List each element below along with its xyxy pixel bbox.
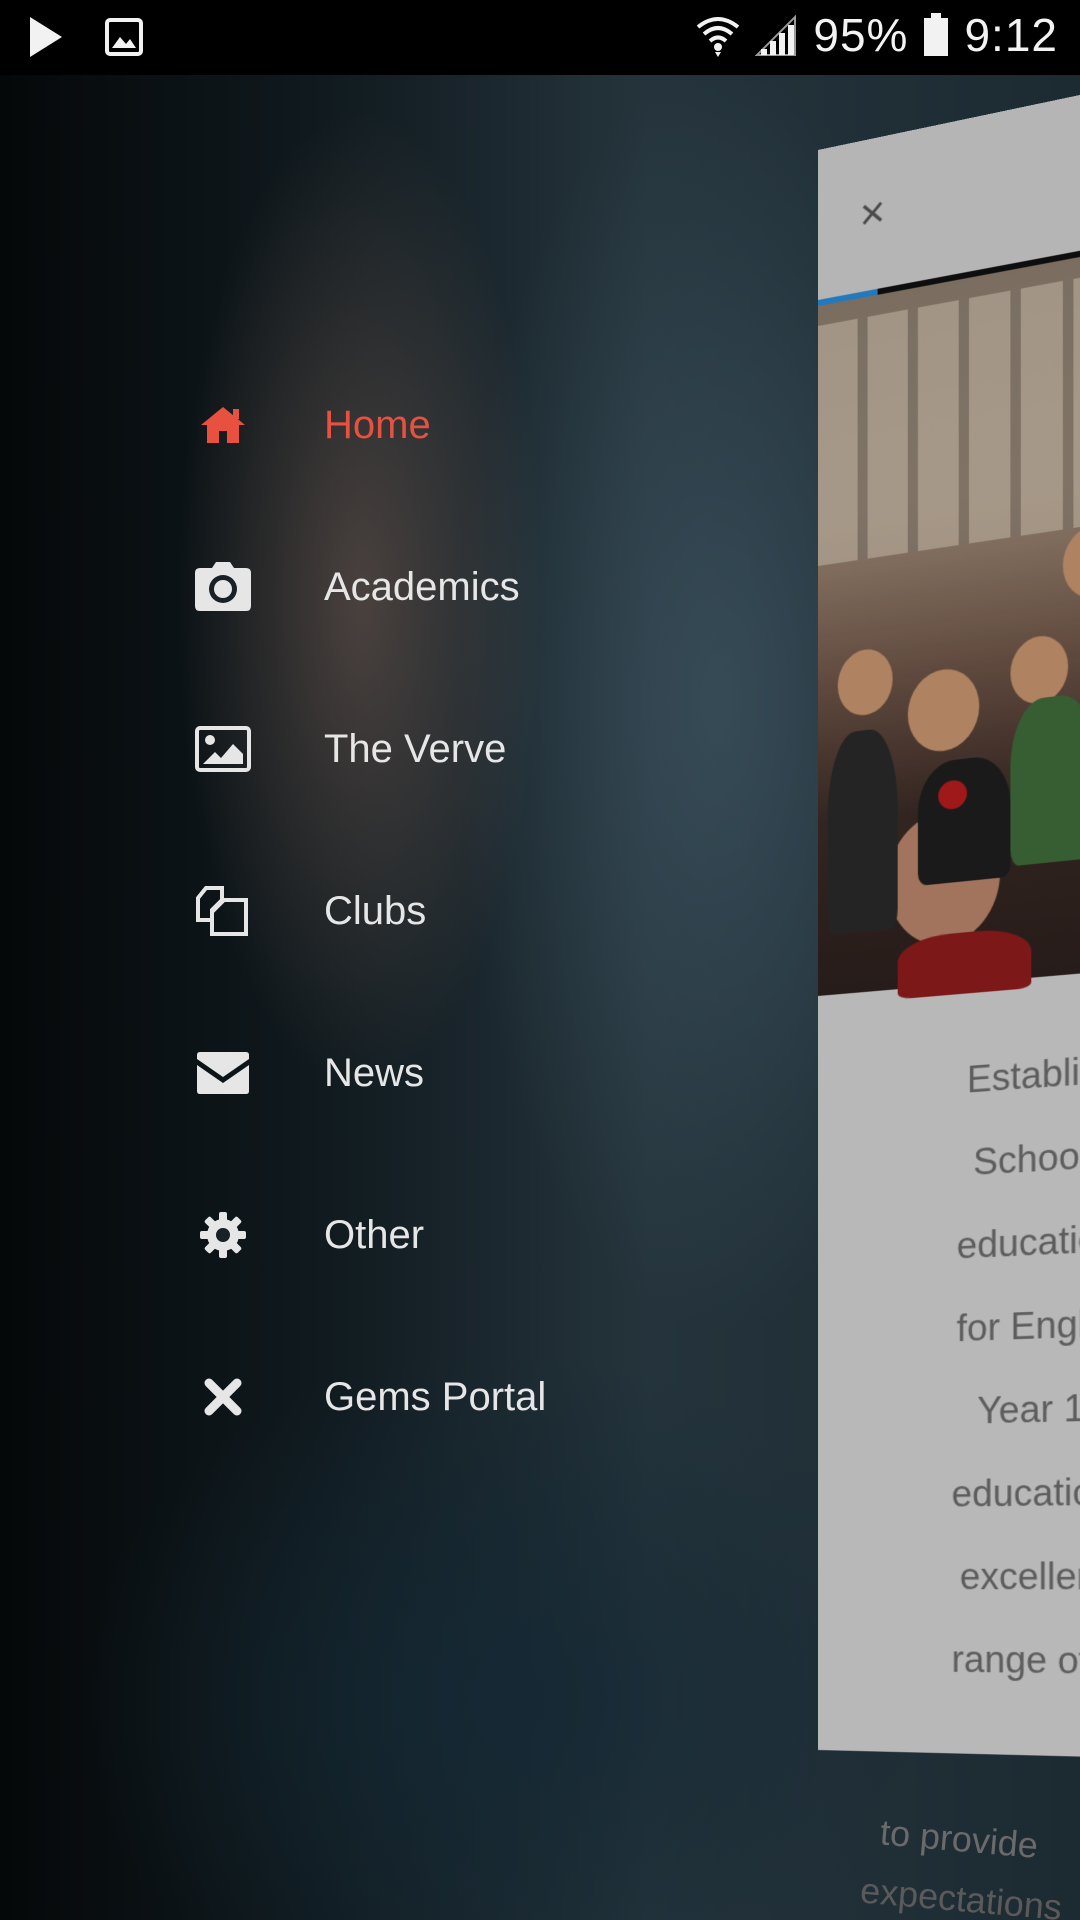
gallery-icon [105,18,143,56]
play-store-icon [30,17,62,57]
camera-icon [190,554,256,620]
status-bar: 95% 9:12 [0,0,1080,75]
home-icon [190,392,256,458]
clock: 9:12 [964,9,1058,61]
menu-item-other[interactable]: Other [190,1180,750,1290]
below-card-text: to provide [879,1800,1080,1881]
paragraph-line: to provide [878,1811,1040,1866]
menu-item-label: Clubs [324,888,427,933]
menu-item-news[interactable]: News [190,1018,750,1128]
battery-icon [924,13,949,56]
menu-item-gems-portal[interactable]: Gems Portal [190,1342,750,1452]
menu-item-home[interactable]: Home [190,370,750,480]
menu-item-academics[interactable]: Academics [190,532,750,642]
menu-item-label: Home [324,402,431,447]
paragraph-line: expectations [860,1880,1064,1920]
battery-percent: 95% [813,9,909,61]
copy-icon [190,878,256,944]
wifi-icon [697,17,740,57]
menu-item-clubs[interactable]: Clubs [190,856,750,966]
content-card: × Established i School, Abu education ba… [818,57,1080,1762]
envelope-icon [190,1040,256,1106]
menu-item-the-verve[interactable]: The Verve [190,694,750,804]
menu-item-label: Gems Portal [324,1374,547,1419]
signal-icon [755,14,797,56]
below-card-text-2: expectations [860,1880,1080,1920]
image-icon [190,716,256,782]
gear-icon [190,1202,256,1268]
content-card-preview[interactable]: × Established i School, Abu education ba… [818,57,1080,1813]
menu-item-label: Other [324,1212,425,1257]
close-x-icon [190,1364,256,1430]
menu-item-label: The Verve [324,726,507,771]
menu-item-label: Academics [324,564,520,609]
menu-item-label: News [324,1050,425,1095]
